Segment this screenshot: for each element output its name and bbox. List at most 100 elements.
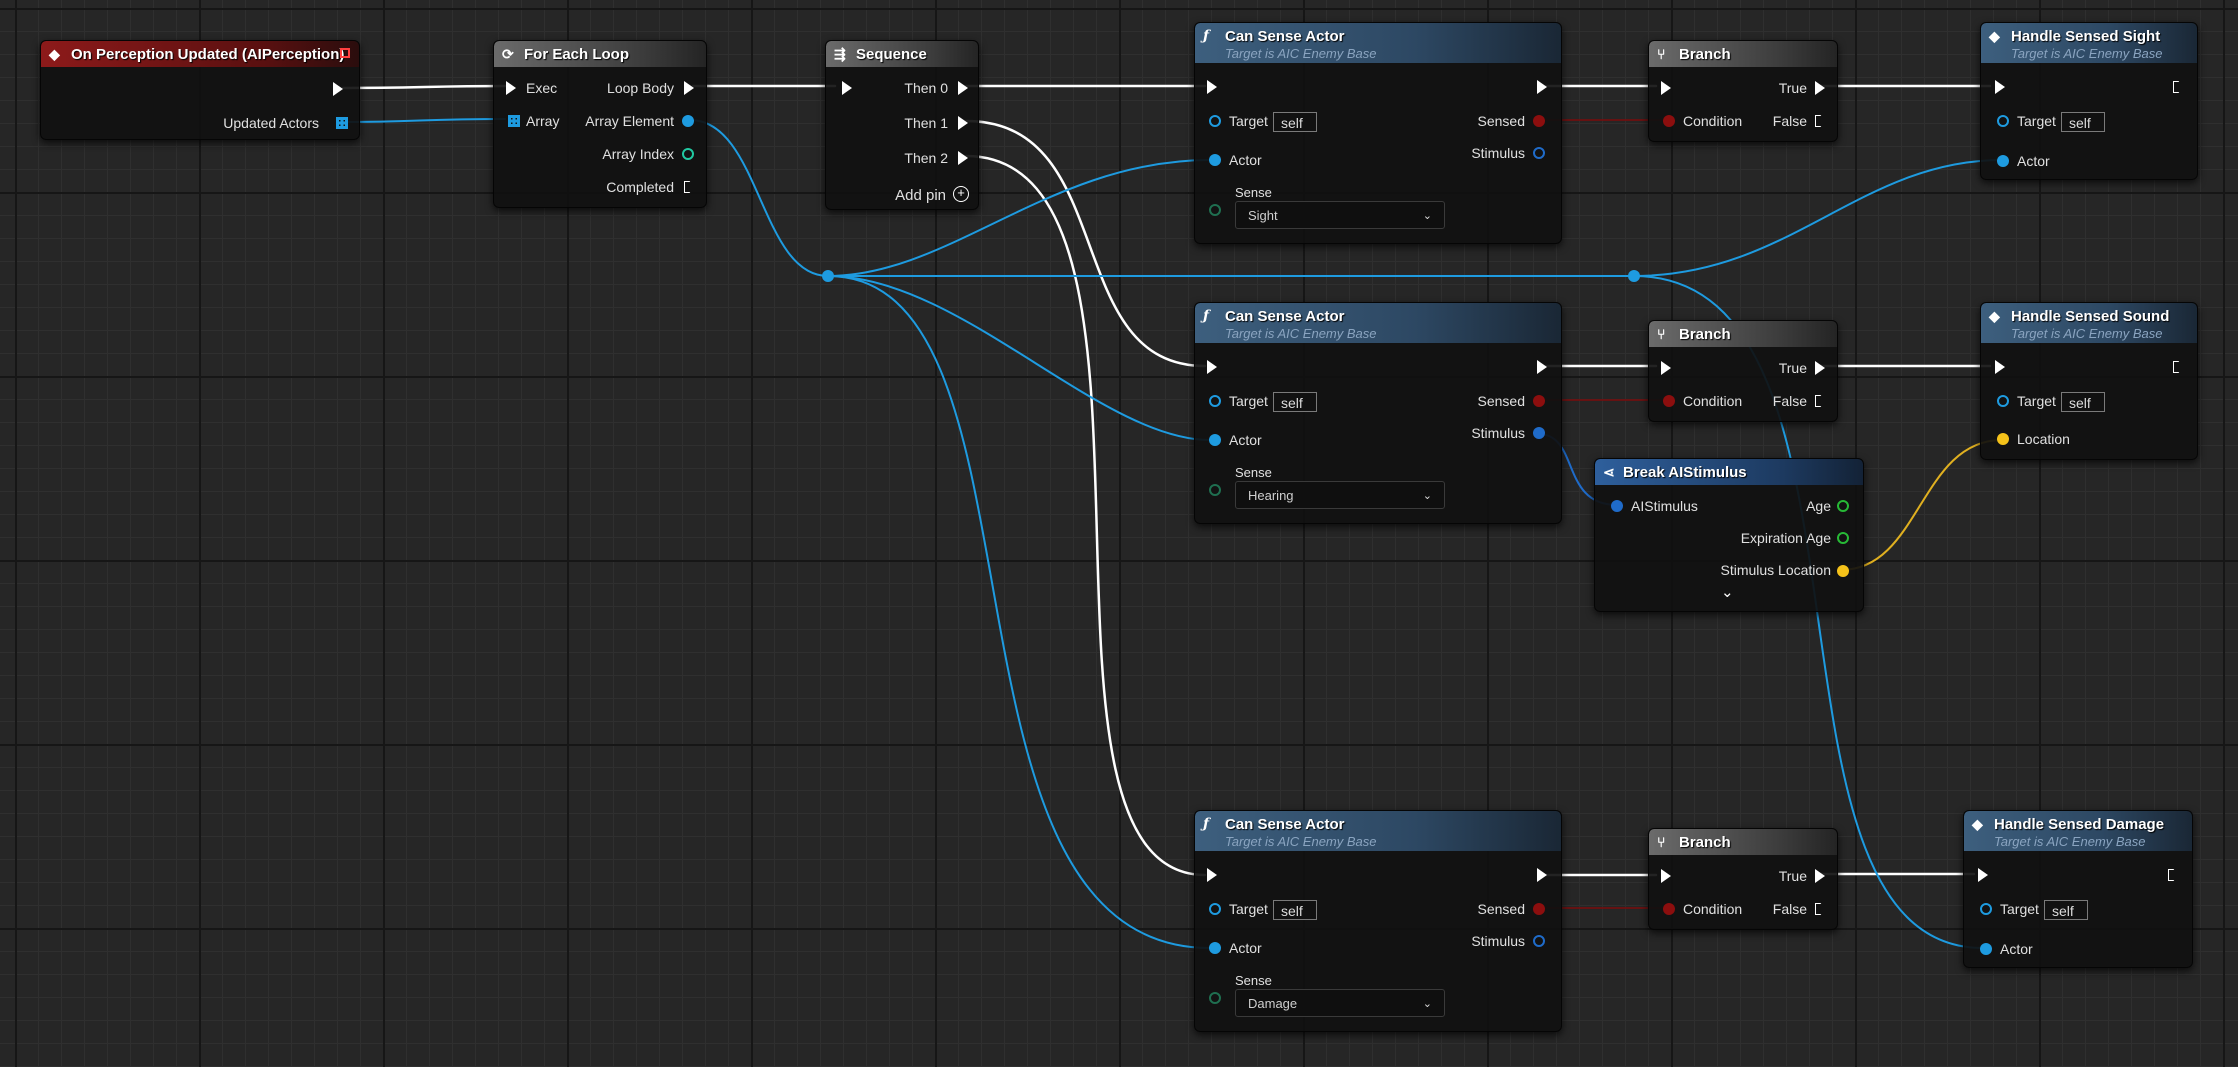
condition-pin[interactable] [1663,903,1675,915]
event-call-icon: ◆ [1989,308,2000,324]
true-pin[interactable] [1815,361,1825,375]
add-pin-button[interactable]: Add pin [895,187,946,204]
exec-out-pin[interactable] [2173,81,2183,93]
exec-in-pin[interactable] [506,81,516,95]
event-node-perception-updated[interactable]: ◆ On Perception Updated (AIPerception) U… [40,40,360,140]
pin-label-stimulus-location: Stimulus Location [1720,562,1831,578]
stimulus-location-pin[interactable] [1837,565,1849,577]
chevron-down-icon[interactable]: ⌄ [1721,583,1734,601]
exec-in-pin[interactable] [1661,81,1671,95]
exec-out-pin[interactable] [1537,360,1547,374]
sense-pin[interactable] [1209,484,1221,496]
target-pin[interactable] [1209,395,1221,407]
stimulus-pin[interactable] [1533,147,1545,159]
sensed-pin[interactable] [1533,115,1545,127]
stimulus-pin[interactable] [1533,935,1545,947]
node-title: Can Sense Actor [1225,28,1345,45]
condition-pin[interactable] [1663,395,1675,407]
false-pin[interactable] [1815,115,1825,127]
location-pin[interactable] [1997,433,2009,445]
loop-body-pin[interactable] [684,81,694,95]
branch-node-sight[interactable]: ⑂ Branch True Condition False [1648,40,1838,142]
target-self-field[interactable]: self [1273,392,1317,412]
target-pin[interactable] [1997,395,2009,407]
exec-in-pin[interactable] [1995,360,2005,374]
sense-pin[interactable] [1209,992,1221,1004]
exec-in-pin[interactable] [1661,869,1671,883]
target-pin[interactable] [1209,115,1221,127]
handle-sensed-sound-node[interactable]: ◆ Handle Sensed Sound Target is AIC Enem… [1980,302,2198,460]
sense-dropdown[interactable]: Damage ⌄ [1235,989,1445,1017]
can-sense-actor-node-hearing[interactable]: ƒ Can Sense Actor Target is AIC Enemy Ba… [1194,302,1562,524]
actor-pin[interactable] [1209,154,1221,166]
pin-label-stimulus: Stimulus [1471,145,1525,161]
target-self-field[interactable]: self [2061,392,2105,412]
aistimulus-in-pin[interactable] [1611,500,1623,512]
target-self-field[interactable]: self [1273,112,1317,132]
pin-label-then-1: Then 1 [904,115,948,131]
array-element-pin[interactable] [682,115,694,127]
exec-in-pin[interactable] [1661,361,1671,375]
array-pin[interactable] [336,117,348,129]
sensed-pin[interactable] [1533,395,1545,407]
true-pin[interactable] [1815,869,1825,883]
exec-out-pin[interactable] [1537,868,1547,882]
break-aistimulus-node[interactable]: ⋖ Break AIStimulus AIStimulus Age Expira… [1594,458,1864,612]
false-pin[interactable] [1815,903,1825,915]
exec-in-pin[interactable] [1978,868,1988,882]
handle-sensed-damage-node[interactable]: ◆ Handle Sensed Damage Target is AIC Ene… [1963,810,2193,968]
branch-node-damage[interactable]: ⑂ Branch True Condition False [1648,828,1838,930]
exec-in-pin[interactable] [1207,868,1217,882]
actor-pin[interactable] [1980,943,1992,955]
foreach-loop-node[interactable]: ⟳ For Each Loop Exec Array Loop Body Arr… [493,40,707,208]
target-self-field[interactable]: self [1273,900,1317,920]
exec-in-pin[interactable] [1995,80,2005,94]
exec-in-pin[interactable] [1207,360,1217,374]
sensed-pin[interactable] [1533,903,1545,915]
exec-out-pin[interactable] [2173,361,2183,373]
exec-in-pin[interactable] [842,81,852,95]
event-call-icon: ◆ [1989,28,2000,44]
target-self-field[interactable]: self [2061,112,2105,132]
expiration-age-pin[interactable] [1837,532,1849,544]
target-pin[interactable] [1997,115,2009,127]
actor-pin[interactable] [1997,155,2009,167]
age-pin[interactable] [1837,500,1849,512]
pin-label-stimulus: Stimulus [1471,425,1525,441]
handle-sensed-sight-node[interactable]: ◆ Handle Sensed Sight Target is AIC Enem… [1980,22,2198,180]
target-pin[interactable] [1980,903,1992,915]
actor-pin[interactable] [1209,942,1221,954]
break-struct-icon: ⋖ [1603,464,1615,480]
condition-pin[interactable] [1663,115,1675,127]
sense-dropdown[interactable]: Sight ⌄ [1235,201,1445,229]
false-pin[interactable] [1815,395,1825,407]
can-sense-actor-node-damage[interactable]: ƒ Can Sense Actor Target is AIC Enemy Ba… [1194,810,1562,1032]
exec-out-pin[interactable] [1537,80,1547,94]
target-pin[interactable] [1209,903,1221,915]
exec-out-pin[interactable] [333,82,343,96]
sense-dropdown[interactable]: Hearing ⌄ [1235,481,1445,509]
exec-out-pin[interactable] [2168,869,2178,881]
delegate-square-icon[interactable] [340,48,350,58]
then-1-pin[interactable] [958,116,968,130]
completed-pin[interactable] [684,181,694,193]
node-title: Handle Sensed Damage [1994,816,2165,833]
sequence-node[interactable]: ⇶ Sequence Then 0 Then 1 Then 2 Add pin … [825,40,979,210]
pin-label-sense: Sense [1235,973,1272,988]
then-0-pin[interactable] [958,81,968,95]
add-pin-plus-icon[interactable]: + [953,186,969,202]
target-self-field[interactable]: self [2044,900,2088,920]
array-index-pin[interactable] [682,148,694,160]
then-2-pin[interactable] [958,151,968,165]
exec-in-pin[interactable] [1207,80,1217,94]
sense-pin[interactable] [1209,204,1221,216]
stimulus-pin[interactable] [1533,427,1545,439]
actor-pin[interactable] [1209,434,1221,446]
array-in-pin[interactable] [508,115,520,127]
can-sense-actor-node-sight[interactable]: ƒ Can Sense Actor Target is AIC Enemy Ba… [1194,22,1562,244]
sense-dropdown-value: Sight [1248,208,1278,223]
node-subtitle: Target is AIC Enemy Base [1225,326,1377,341]
object-wire [1633,159,2003,277]
branch-node-sound[interactable]: ⑂ Branch True Condition False [1648,320,1838,422]
true-pin[interactable] [1815,81,1825,95]
